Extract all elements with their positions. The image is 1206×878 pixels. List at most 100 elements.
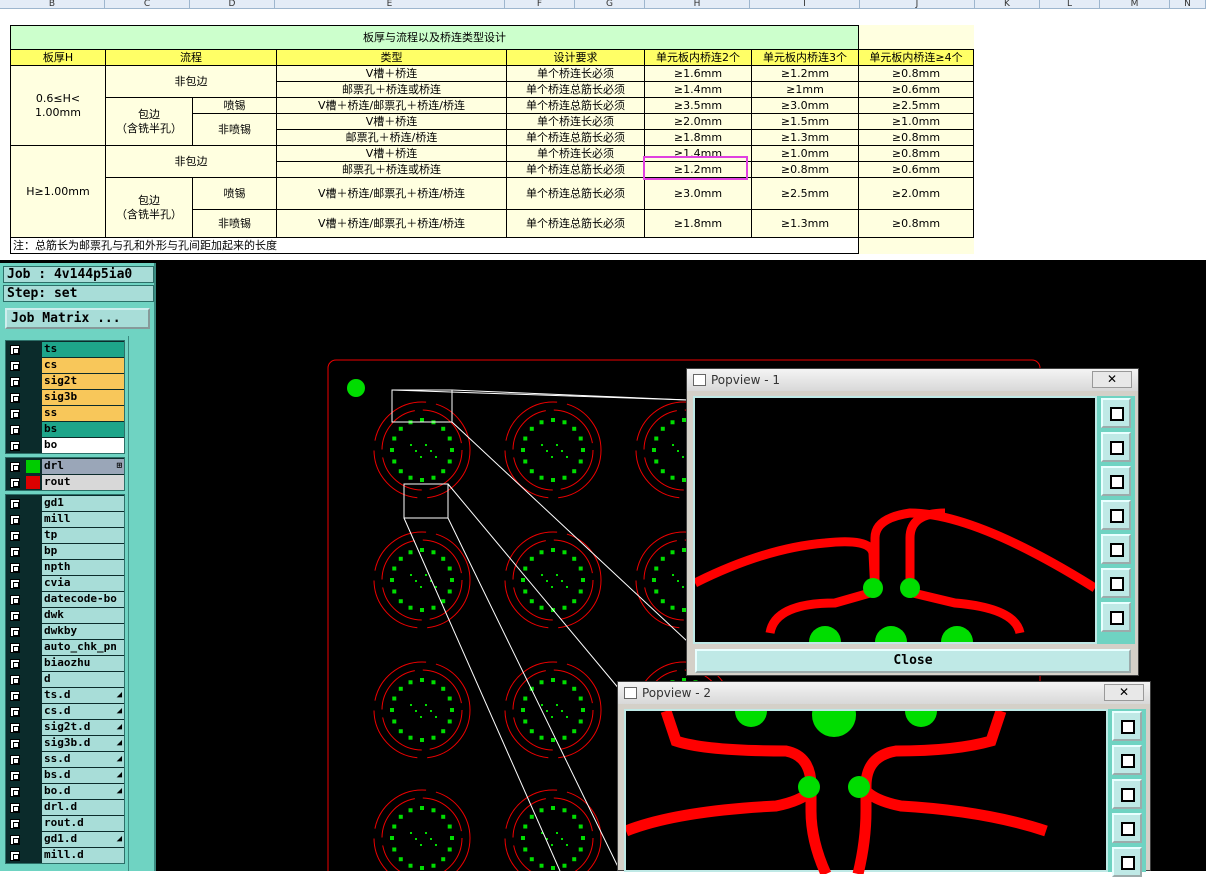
pan-left-icon[interactable] bbox=[1112, 813, 1142, 843]
close-button[interactable]: Close bbox=[695, 649, 1131, 673]
layer-checkbox[interactable] bbox=[10, 707, 20, 717]
layer-name[interactable]: gd1 bbox=[42, 496, 124, 511]
layer-checkbox[interactable] bbox=[10, 819, 20, 829]
layer-row-biaozhu[interactable]: biaozhu bbox=[6, 656, 124, 671]
layer-checkbox[interactable] bbox=[10, 611, 20, 621]
layer-checkbox[interactable] bbox=[10, 675, 20, 685]
layer-row-ss-d[interactable]: ss.d ◢ bbox=[6, 752, 124, 767]
layer-name[interactable]: drl ⊞ bbox=[42, 459, 124, 474]
layer-checkbox[interactable] bbox=[10, 739, 20, 749]
layer-row-bo[interactable]: bo bbox=[6, 438, 124, 453]
layer-row-rout[interactable]: rout bbox=[6, 475, 124, 490]
layer-name[interactable]: npth bbox=[42, 560, 124, 575]
layer-row-dwk[interactable]: dwk bbox=[6, 608, 124, 623]
pan-right-icon[interactable] bbox=[1112, 847, 1142, 877]
layer-row-npth[interactable]: npth bbox=[6, 560, 124, 575]
layer-row-gd1[interactable]: gd1 bbox=[6, 496, 124, 511]
layer-row-sig2t-d[interactable]: sig2t.d ◢ bbox=[6, 720, 124, 735]
layer-checkbox[interactable] bbox=[10, 462, 20, 472]
layer-row-mill-d[interactable]: mill.d bbox=[6, 848, 124, 863]
column-header[interactable]: H bbox=[645, 0, 750, 9]
layer-name[interactable]: gd1.d ◢ bbox=[42, 832, 124, 847]
layer-checkbox[interactable] bbox=[10, 531, 20, 541]
column-header[interactable]: B bbox=[0, 0, 105, 9]
layer-name[interactable]: datecode-bo bbox=[42, 592, 124, 607]
layer-name[interactable]: ss bbox=[42, 406, 124, 421]
layer-checkbox[interactable] bbox=[10, 643, 20, 653]
layer-checkbox[interactable] bbox=[10, 851, 20, 861]
layer-checkbox[interactable] bbox=[10, 361, 20, 371]
layer-checkbox[interactable] bbox=[10, 803, 20, 813]
pan-up-icon[interactable] bbox=[1101, 432, 1131, 462]
layer-name[interactable]: rout.d bbox=[42, 816, 124, 831]
layer-name[interactable]: sig3b bbox=[42, 390, 124, 405]
layer-checkbox[interactable] bbox=[10, 627, 20, 637]
layer-row-bs[interactable]: bs bbox=[6, 422, 124, 437]
layer-row-cvia[interactable]: cvia bbox=[6, 576, 124, 591]
layer-row-dwkby[interactable]: dwkby bbox=[6, 624, 124, 639]
layer-row-gd1-d[interactable]: gd1.d ◢ bbox=[6, 832, 124, 847]
layer-name[interactable]: cs.d ◢ bbox=[42, 704, 124, 719]
layer-name[interactable]: biaozhu bbox=[42, 656, 124, 671]
job-matrix-button[interactable]: Job Matrix ... bbox=[5, 308, 150, 329]
layer-name[interactable]: sig2t bbox=[42, 374, 124, 389]
layer-checkbox[interactable] bbox=[10, 563, 20, 573]
layer-checkbox[interactable] bbox=[10, 377, 20, 387]
layer-name[interactable]: tp bbox=[42, 528, 124, 543]
layer-name[interactable]: sig2t.d ◢ bbox=[42, 720, 124, 735]
layer-name[interactable]: bs.d ◢ bbox=[42, 768, 124, 783]
column-header[interactable]: I bbox=[750, 0, 860, 9]
column-header[interactable]: C bbox=[105, 0, 190, 9]
layer-name[interactable]: cs bbox=[42, 358, 124, 373]
layer-checkbox[interactable] bbox=[10, 835, 20, 845]
layer-name[interactable]: cvia bbox=[42, 576, 124, 591]
layer-checkbox[interactable] bbox=[10, 595, 20, 605]
layer-checkbox[interactable] bbox=[10, 723, 20, 733]
layer-name[interactable]: bs bbox=[42, 422, 124, 437]
pan-left-icon[interactable] bbox=[1101, 500, 1131, 530]
layer-row-bp[interactable]: bp bbox=[6, 544, 124, 559]
layer-checkbox[interactable] bbox=[10, 441, 20, 451]
layer-name[interactable]: ts.d ◢ bbox=[42, 688, 124, 703]
column-header[interactable]: M bbox=[1100, 0, 1170, 9]
close-icon[interactable]: ✕ bbox=[1104, 684, 1144, 701]
layer-checkbox[interactable] bbox=[10, 787, 20, 797]
close-icon[interactable]: ✕ bbox=[1092, 371, 1132, 388]
layer-name[interactable]: drl.d bbox=[42, 800, 124, 815]
layer-checkbox[interactable] bbox=[10, 409, 20, 419]
pan-down-icon[interactable] bbox=[1112, 779, 1142, 809]
popview-2-titlebar[interactable]: Popview - 2 ✕ bbox=[618, 682, 1150, 704]
column-header[interactable]: K bbox=[975, 0, 1040, 9]
layer-name[interactable]: mill.d bbox=[42, 848, 124, 863]
pan-down-icon[interactable] bbox=[1101, 466, 1131, 496]
layer-scrollbar[interactable] bbox=[128, 336, 152, 871]
column-header[interactable]: D bbox=[190, 0, 275, 9]
layer-name[interactable]: sig3b.d ◢ bbox=[42, 736, 124, 751]
layer-name[interactable]: rout bbox=[42, 475, 124, 490]
popview-1-canvas[interactable] bbox=[692, 396, 1098, 658]
layer-checkbox[interactable] bbox=[10, 579, 20, 589]
layer-checkbox[interactable] bbox=[10, 478, 20, 488]
column-header[interactable]: L bbox=[1040, 0, 1100, 9]
layer-row-mill[interactable]: mill bbox=[6, 512, 124, 527]
layer-checkbox[interactable] bbox=[10, 515, 20, 525]
column-header[interactable]: E bbox=[275, 0, 505, 9]
layer-name[interactable]: ts bbox=[42, 342, 124, 357]
layer-checkbox[interactable] bbox=[10, 393, 20, 403]
layer-checkbox[interactable] bbox=[10, 659, 20, 669]
layer-name[interactable]: bo.d ◢ bbox=[42, 784, 124, 799]
layer-name[interactable]: ss.d ◢ bbox=[42, 752, 124, 767]
layer-checkbox[interactable] bbox=[10, 499, 20, 509]
layer-color-swatch[interactable] bbox=[26, 460, 40, 473]
layer-checkbox[interactable] bbox=[10, 771, 20, 781]
layer-row-ts[interactable]: ts bbox=[6, 342, 124, 357]
layer-checkbox[interactable] bbox=[10, 345, 20, 355]
layer-row-rout-d[interactable]: rout.d bbox=[6, 816, 124, 831]
layer-row-tp[interactable]: tp bbox=[6, 528, 124, 543]
column-header[interactable]: J bbox=[860, 0, 975, 9]
layer-row-datecode-bo[interactable]: datecode-bo bbox=[6, 592, 124, 607]
column-header[interactable]: G bbox=[575, 0, 645, 9]
layer-row-drl[interactable]: drl ⊞ bbox=[6, 459, 124, 474]
layer-checkbox[interactable] bbox=[10, 425, 20, 435]
layer-row-bo-d[interactable]: bo.d ◢ bbox=[6, 784, 124, 799]
